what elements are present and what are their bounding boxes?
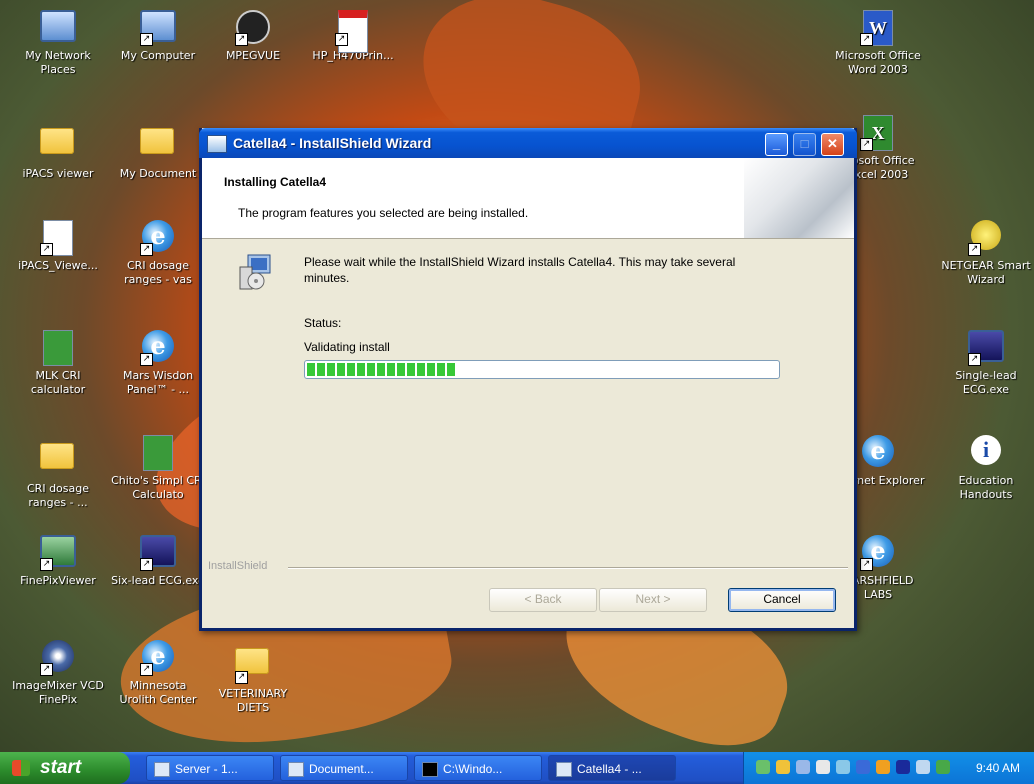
netgear-icon: ↗ (968, 220, 1004, 256)
desktop-icon-cri-dosage-vas[interactable]: e ↗ CRI dosage ranges - vas (110, 220, 206, 287)
desktop-icon-education-handouts[interactable]: i Education Handouts (938, 435, 1034, 502)
desktop-icon-mlk-cri-calculator[interactable]: MLK CRI calculator (10, 330, 106, 397)
desktop-icon-mars-wisdom-panel[interactable]: e ↗ Mars Wisdon Panel™ - ... (110, 330, 206, 397)
desktop-icon-imagemixer[interactable]: ↗ ImageMixer VCD FinePix (10, 640, 106, 707)
wizard-header: Installing Catella4 The program features… (202, 158, 854, 239)
excel-icon (140, 435, 176, 471)
desktop-icon-veterinary-diets[interactable]: ↗ VETERINARY DIETS (205, 640, 301, 715)
desktop-icon-six-lead-ecg[interactable]: ↗ Six-lead ECG.exe (110, 535, 206, 588)
taskbar-item-server[interactable]: Server - 1... (146, 755, 274, 781)
desktop-icon-my-network-places[interactable]: My Network Places (10, 10, 106, 77)
excel-icon: X ↗ (860, 115, 896, 151)
window-titlebar[interactable]: Catella4 - InstallShield Wizard _ □ ✕ (199, 128, 857, 158)
folder-icon (140, 128, 176, 164)
footer-divider (288, 567, 848, 569)
tray-user-icon[interactable] (936, 760, 950, 774)
status-label: Status: (304, 316, 342, 330)
system-tray: 9:40 AM (743, 752, 1034, 784)
ecg-icon: ↗ (968, 330, 1004, 366)
mpegvue-icon: ↗ (235, 10, 271, 46)
installshield-brand: InstallShield (208, 560, 268, 572)
internet-explorer-icon: e ↗ (140, 640, 176, 676)
imagemixer-icon: ↗ (40, 640, 76, 676)
tray-icon-5[interactable] (836, 760, 850, 774)
desktop-icon-ipacs-viewer-shortcut[interactable]: ↗ iPACS_Viewe... (10, 220, 106, 273)
tray-icon-8[interactable] (896, 760, 910, 774)
cancel-button[interactable]: Cancel (728, 588, 836, 612)
desktop-icon-word-2003[interactable]: W ↗ Microsoft Office Word 2003 (830, 10, 926, 77)
folder-icon (40, 128, 76, 164)
tray-icon-1[interactable] (756, 760, 770, 774)
install-progress-bar (304, 360, 780, 379)
header-banner-image (744, 158, 854, 238)
desktop-icon-finepixviewer[interactable]: ↗ FinePixViewer (10, 535, 106, 588)
tray-icon-9[interactable] (916, 760, 930, 774)
install-message: Please wait while the InstallShield Wiza… (304, 255, 736, 285)
computer-install-icon (238, 253, 272, 291)
desktop-icon-netgear[interactable]: ↗ NETGEAR Smart Wizard (938, 220, 1034, 287)
installshield-window[interactable]: Catella4 - InstallShield Wizard _ □ ✕ In… (199, 128, 857, 631)
start-label: start (40, 757, 82, 778)
computer-icon: ↗ (140, 10, 176, 46)
tray-icon-4[interactable] (816, 760, 830, 774)
desktop-icon-my-computer[interactable]: ↗ My Computer (110, 10, 206, 63)
desktop-icon-ipacs-viewer[interactable]: iPACS viewer (10, 120, 106, 181)
excel-icon (40, 330, 76, 366)
tray-icon-7[interactable] (876, 760, 890, 774)
taskbar-item-document[interactable]: Document... (280, 755, 408, 781)
folder-icon (40, 443, 76, 479)
taskbar-item-command-prompt[interactable]: C:\Windo... (414, 755, 542, 781)
ecg-icon: ↗ (140, 535, 176, 571)
windows-flag-icon (12, 760, 30, 776)
internet-explorer-icon: e (860, 435, 896, 471)
pdf-icon: ↗ (335, 10, 371, 53)
desktop-icon-chitos-cri-calculator[interactable]: Chito's Simpl CRI Calculato (110, 435, 206, 502)
installer-icon (207, 135, 227, 153)
server-icon (154, 762, 170, 777)
taskbar-item-catella4[interactable]: Catella4 - ... (548, 755, 676, 781)
status-value: Validating install (304, 340, 390, 354)
internet-explorer-icon: e ↗ (140, 220, 176, 256)
progress-fill (307, 363, 457, 376)
finepix-icon: ↗ (40, 535, 76, 571)
back-button[interactable]: < Back (489, 588, 597, 612)
tray-shield-icon[interactable] (776, 760, 790, 774)
maximize-button[interactable]: □ (793, 133, 816, 156)
tray-network-icon[interactable] (796, 760, 810, 774)
internet-explorer-icon: e ↗ (860, 535, 896, 571)
desktop-icon-my-documents[interactable]: My Document (110, 120, 206, 181)
ipacs-icon: ↗ (40, 220, 76, 256)
wizard-body: Please wait while the InstallShield Wiza… (202, 239, 854, 559)
document-icon (288, 762, 304, 777)
desktop-icon-mpegvue[interactable]: ↗ MPEGVUE (205, 10, 301, 63)
tray-icon-6[interactable] (856, 760, 870, 774)
close-button[interactable]: ✕ (821, 133, 844, 156)
command-prompt-icon (422, 762, 438, 777)
desktop-icon-cri-dosage-ranges[interactable]: CRI dosage ranges - ... (10, 435, 106, 510)
word-icon: W ↗ (860, 10, 896, 46)
internet-explorer-icon: e ↗ (140, 330, 176, 366)
taskbar: start Server - 1... Document... C:\Windo… (0, 752, 1034, 784)
installer-icon (556, 762, 572, 777)
desktop-icon-minnesota-urolith[interactable]: e ↗ Minnesota Urolith Center (110, 640, 206, 707)
minimize-button[interactable]: _ (765, 133, 788, 156)
window-title: Catella4 - InstallShield Wizard (233, 135, 432, 151)
header-title: Installing Catella4 (224, 175, 327, 189)
start-button[interactable]: start (0, 752, 130, 784)
network-icon (40, 10, 76, 46)
folder-icon: ↗ (235, 648, 271, 684)
next-button[interactable]: Next > (599, 588, 707, 612)
clock: 9:40 AM (975, 761, 1020, 775)
info-icon: i (968, 435, 1004, 471)
desktop-icon-single-lead-ecg[interactable]: ↗ Single-lead ECG.exe (938, 330, 1034, 397)
desktop-icon-hp-printer[interactable]: ↗ HP_H470Prin... (305, 10, 401, 63)
header-subtitle: The program features you selected are be… (238, 206, 529, 220)
